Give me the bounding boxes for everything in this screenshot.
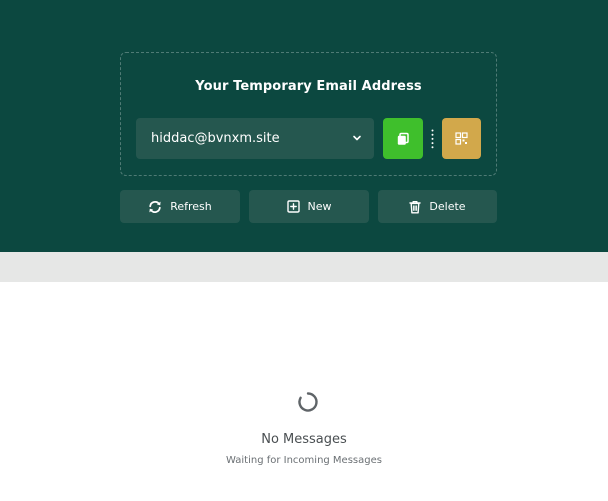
refresh-icon <box>149 200 161 213</box>
copy-button[interactable] <box>383 118 423 159</box>
vertical-dots-icon[interactable] <box>431 129 434 149</box>
refresh-label: Refresh <box>170 200 212 213</box>
plus-square-icon <box>286 200 300 213</box>
copy-icon <box>397 132 409 145</box>
email-address-select[interactable]: hiddac@bvnxm.site <box>136 118 374 159</box>
trash-icon <box>409 200 422 213</box>
panel-title: Your Temporary Email Address <box>195 79 422 94</box>
chevron-down-icon <box>353 135 361 141</box>
empty-inbox-subtitle: Waiting for Incoming Messages <box>226 455 382 466</box>
empty-inbox-title: No Messages <box>261 432 347 447</box>
email-address-value: hiddac@bvnxm.site <box>151 131 280 146</box>
new-address-button[interactable]: New <box>249 190 369 223</box>
qr-code-icon <box>455 132 468 145</box>
hero-section: Your Temporary Email Address hiddac@bvnx… <box>0 0 608 252</box>
new-label: New <box>307 200 332 213</box>
delete-label: Delete <box>429 200 466 213</box>
qr-code-button[interactable] <box>442 118 481 159</box>
section-separator <box>0 252 608 282</box>
loading-spinner-icon <box>298 392 318 412</box>
refresh-button[interactable]: Refresh <box>120 190 240 223</box>
delete-button[interactable]: Delete <box>378 190 497 223</box>
